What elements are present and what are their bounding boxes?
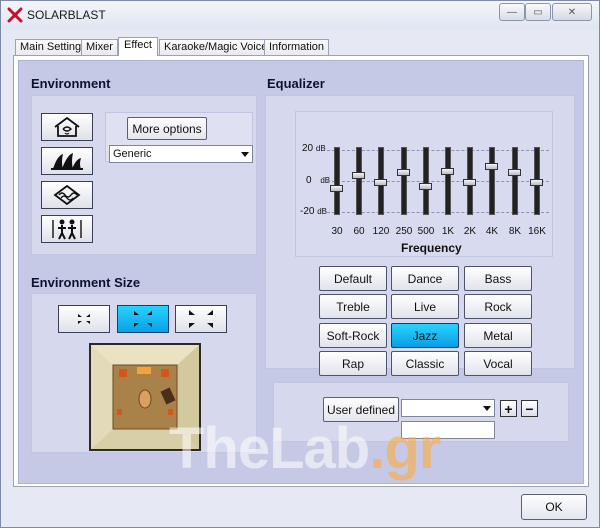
room-preview	[89, 343, 201, 451]
close-icon: ✕	[567, 6, 577, 18]
environment-size-heading: Environment Size	[31, 275, 141, 290]
large-room-icon	[189, 310, 213, 328]
maximize-button[interactable]: ▭	[525, 3, 551, 21]
size-large-button[interactable]	[175, 305, 227, 333]
preset-button-rock[interactable]: Rock	[464, 294, 532, 319]
eq-band-label: 8K	[508, 226, 522, 237]
environment-opera-house-button[interactable]	[41, 147, 93, 175]
eq-slider-thumb-60[interactable]	[352, 172, 365, 179]
eq-slider-thumb-8K[interactable]	[508, 169, 521, 176]
add-preset-button[interactable]: +	[500, 400, 517, 417]
medium-room-icon	[134, 311, 152, 327]
remove-preset-button[interactable]: −	[521, 400, 538, 417]
ok-button[interactable]: OK	[521, 494, 587, 520]
environment-house-button[interactable]	[41, 113, 93, 141]
preset-button-metal[interactable]: Metal	[464, 323, 532, 348]
eq-slider-thumb-2K[interactable]	[463, 179, 476, 186]
maximize-icon: ▭	[533, 6, 543, 18]
preset-button-bass[interactable]: Bass	[464, 266, 532, 291]
eq-band-label: 250	[395, 226, 413, 237]
preset-name-input[interactable]	[401, 421, 495, 439]
chevron-down-icon	[241, 152, 249, 157]
preset-button-dance[interactable]: Dance	[391, 266, 459, 291]
eq-slider-track-250[interactable]	[401, 147, 407, 215]
house-icon	[54, 116, 80, 137]
close-button[interactable]: ✕	[552, 3, 592, 21]
solarblast-window: SOLARBLAST — ▭ ✕ Main Setting Mixer Effe…	[0, 0, 600, 528]
preset-button-default[interactable]: Default	[319, 266, 387, 291]
opera-house-icon	[51, 153, 83, 170]
user-defined-select[interactable]	[401, 399, 495, 417]
preset-button-classic[interactable]: Classic	[391, 351, 459, 376]
more-options-button[interactable]: More options	[127, 117, 207, 140]
eq-slider-track-60[interactable]	[356, 147, 362, 215]
environment-wave-button[interactable]	[41, 181, 93, 209]
tab-information[interactable]: Information	[264, 39, 330, 56]
window-title: SOLARBLAST	[27, 8, 106, 22]
user-defined-button[interactable]: User defined	[323, 397, 399, 422]
frequency-title: Frequency	[401, 241, 462, 255]
eq-slider-thumb-500[interactable]	[419, 183, 432, 190]
environment-people-button[interactable]	[41, 215, 93, 243]
small-room-icon	[78, 314, 90, 324]
preset-button-live[interactable]: Live	[391, 294, 459, 319]
eq-slider-thumb-16K[interactable]	[530, 179, 543, 186]
eq-band-label: 4K	[485, 226, 499, 237]
environment-heading: Environment	[31, 76, 111, 91]
minus-icon: −	[525, 400, 534, 417]
eq-slider-thumb-30[interactable]	[330, 185, 343, 192]
tab-mixer[interactable]: Mixer	[81, 39, 118, 56]
preset-button-treble[interactable]: Treble	[319, 294, 387, 319]
eq-band-label: 2K	[463, 226, 477, 237]
eq-slider-track-1K[interactable]	[445, 147, 451, 215]
environment-preset-value: Generic	[113, 148, 152, 160]
title-bar: SOLARBLAST — ▭ ✕	[1, 1, 599, 29]
eq-band-label: 16K	[528, 226, 546, 237]
wave-frame-icon	[53, 184, 81, 206]
plus-icon: +	[504, 400, 513, 417]
minimize-button[interactable]: —	[499, 3, 525, 21]
people-icon	[52, 219, 82, 240]
eq-band-label: 500	[417, 226, 435, 237]
preset-button-soft-rock[interactable]: Soft-Rock	[319, 323, 387, 348]
minimize-icon: —	[507, 6, 517, 18]
eq-slider-track-30[interactable]	[334, 147, 340, 215]
eq-slider-thumb-250[interactable]	[397, 169, 410, 176]
equalizer-heading: Equalizer	[267, 76, 325, 91]
tab-effect[interactable]: Effect	[118, 37, 158, 56]
preset-button-rap[interactable]: Rap	[319, 351, 387, 376]
db-label-top: 20 dB	[302, 143, 326, 154]
db-label-bottom: -20 dB	[300, 206, 328, 217]
preset-button-jazz[interactable]: Jazz	[391, 323, 459, 348]
eq-slider-track-8K[interactable]	[512, 147, 518, 215]
solarblast-logo-icon	[7, 7, 23, 23]
eq-slider-thumb-120[interactable]	[374, 179, 387, 186]
size-small-button[interactable]	[58, 305, 110, 333]
eq-band-label: 60	[353, 226, 365, 237]
size-medium-button[interactable]	[117, 305, 169, 333]
eq-band-label: 30	[331, 226, 343, 237]
eq-slider-thumb-4K[interactable]	[485, 163, 498, 170]
eq-band-label: 1K	[441, 226, 455, 237]
tab-karaoke-magic-voice[interactable]: Karaoke/Magic Voice	[159, 39, 273, 56]
preset-button-vocal[interactable]: Vocal	[464, 351, 532, 376]
tab-main-setting[interactable]: Main Setting	[15, 39, 87, 56]
eq-slider-thumb-1K[interactable]	[441, 168, 454, 175]
chevron-down-icon	[483, 406, 491, 411]
eq-slider-track-500[interactable]	[423, 147, 429, 215]
environment-preset-select[interactable]: Generic	[109, 145, 253, 163]
eq-slider-track-4K[interactable]	[489, 147, 495, 215]
eq-band-label: 120	[372, 226, 390, 237]
